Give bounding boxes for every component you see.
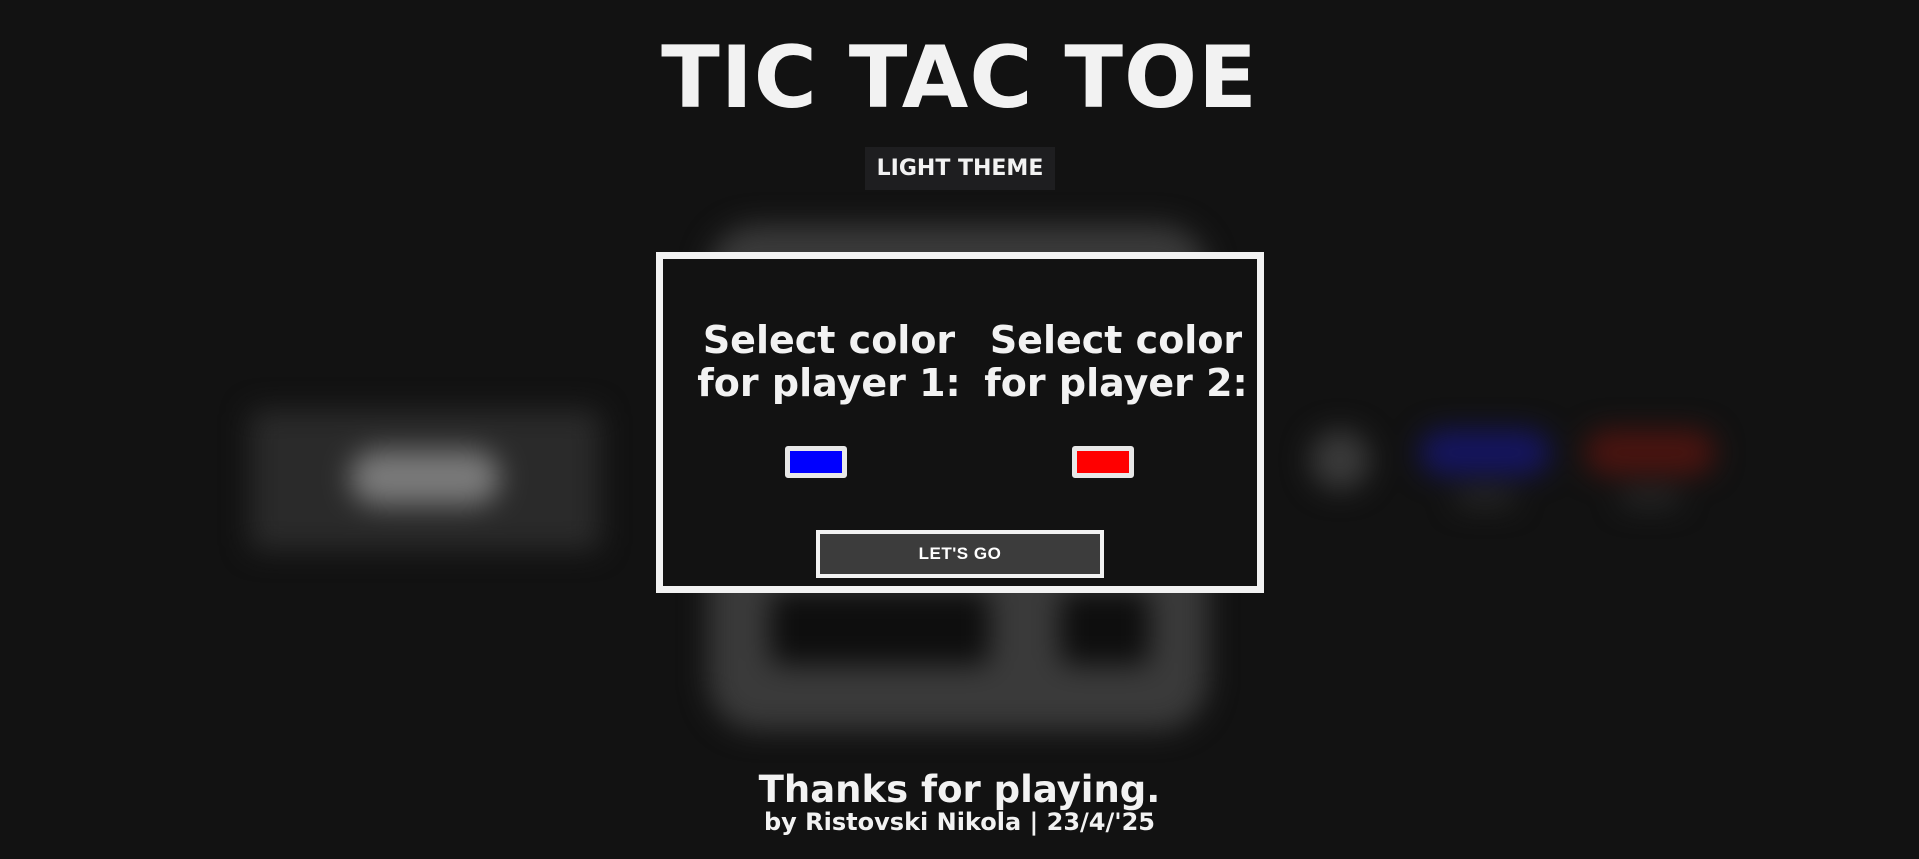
game-screen: TIC TAC TOE LIGHT THEME Select color for… bbox=[0, 0, 1919, 859]
blurred-player2-score bbox=[1620, 490, 1680, 506]
player1-color-label: Select color for player 1: bbox=[689, 319, 969, 405]
blurred-indicator bbox=[1310, 430, 1370, 490]
blurred-player2-indicator bbox=[1585, 430, 1715, 475]
credits-line: by Ristovski Nikola | 23/4/'25 bbox=[764, 808, 1155, 836]
blurred-panel-button bbox=[350, 450, 500, 505]
blurred-player1-score bbox=[1455, 490, 1515, 506]
player2-color-label: Select color for player 2: bbox=[976, 319, 1256, 405]
player1-color-section: Select color for player 1: bbox=[689, 319, 969, 405]
blurred-player1-indicator bbox=[1420, 430, 1550, 475]
player2-color-section: Select color for player 2: bbox=[976, 319, 1256, 405]
player1-label-line2: for player 1: bbox=[697, 361, 961, 405]
blurred-board-cell bbox=[1060, 590, 1150, 665]
thanks-message: Thanks for playing. bbox=[758, 768, 1161, 811]
blurred-board-cell bbox=[770, 590, 990, 665]
lets-go-button[interactable]: LET'S GO bbox=[816, 530, 1104, 578]
player1-label-line1: Select color bbox=[702, 318, 956, 362]
player2-color-picker[interactable] bbox=[1072, 446, 1134, 478]
color-select-dialog: Select color for player 1: Select color … bbox=[656, 252, 1264, 593]
player2-label-line2: for player 2: bbox=[984, 361, 1248, 405]
player1-color-picker[interactable] bbox=[785, 446, 847, 478]
player2-label-line1: Select color bbox=[989, 318, 1243, 362]
